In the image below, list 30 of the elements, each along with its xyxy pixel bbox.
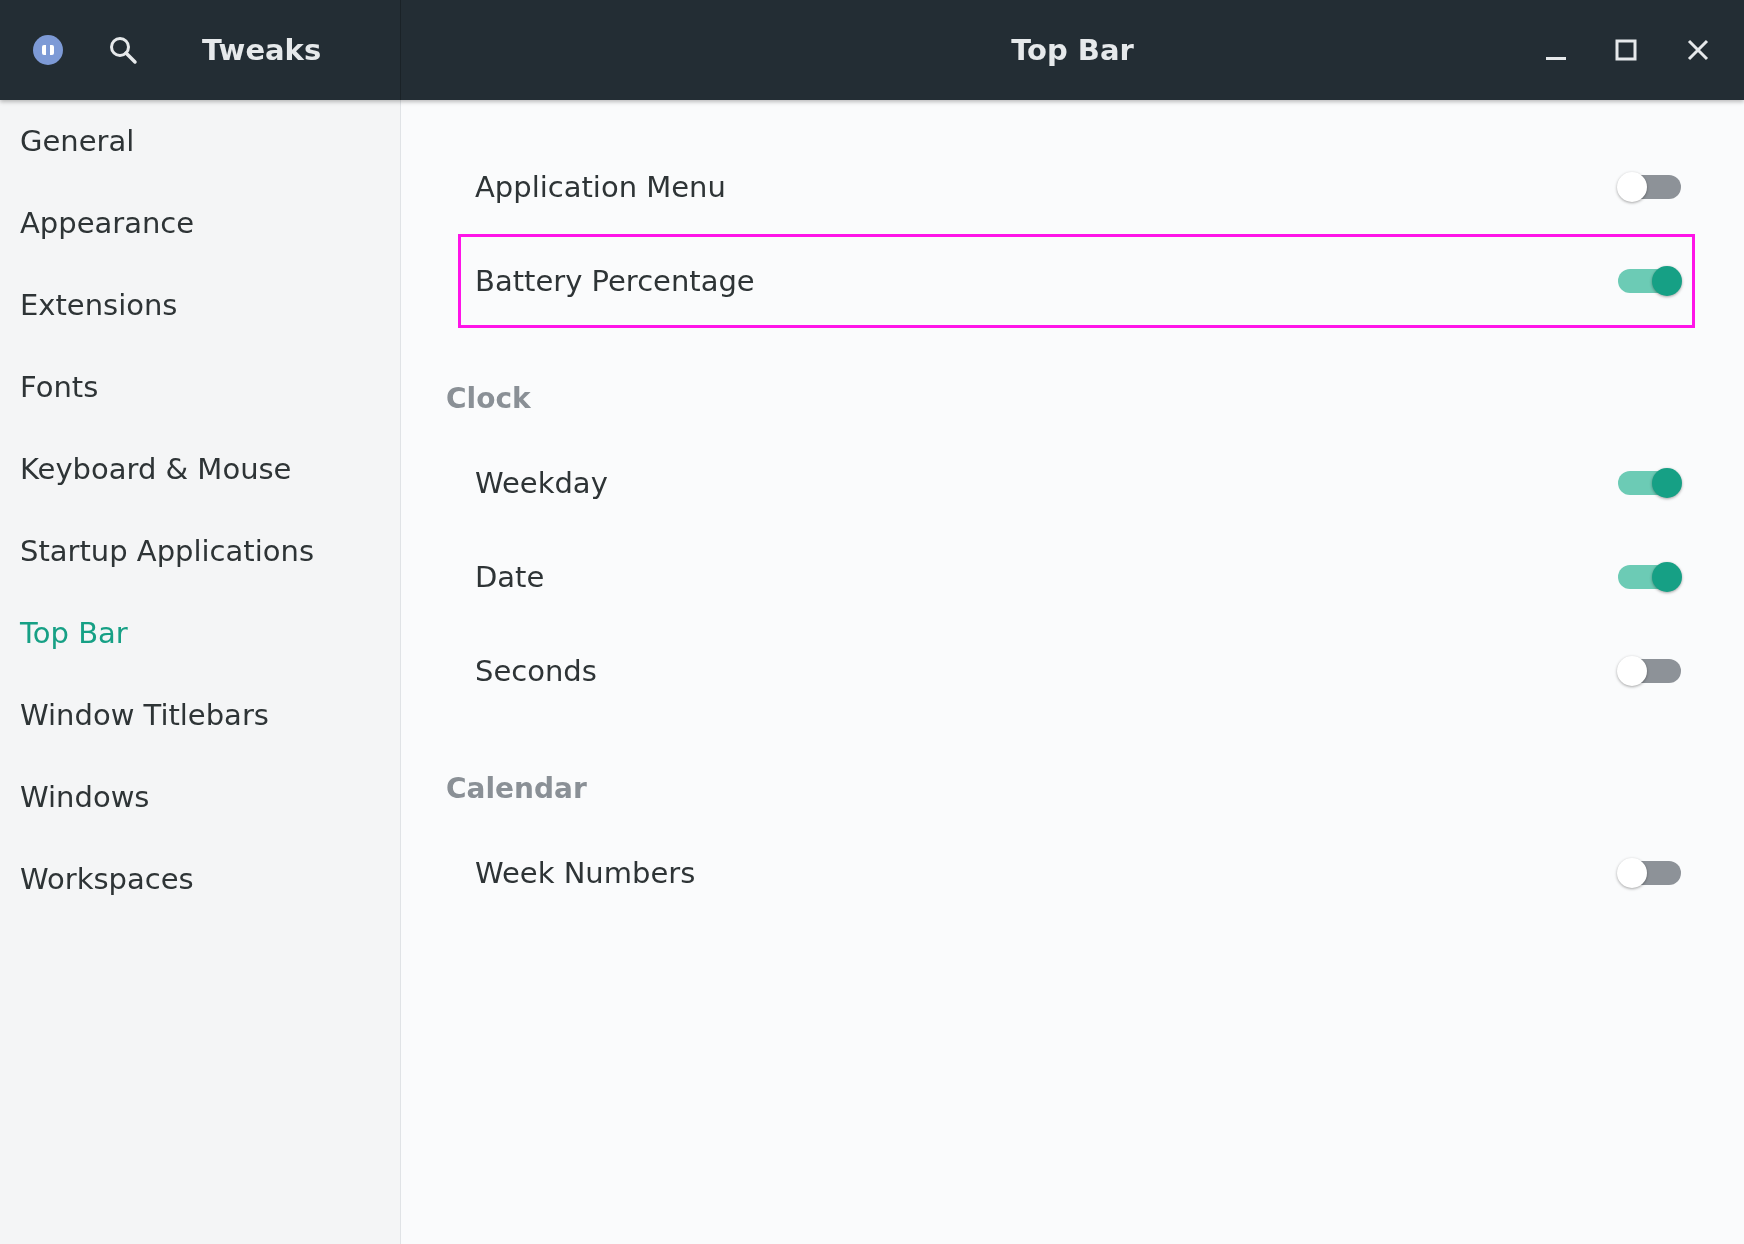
setting-label: Seconds: [475, 654, 597, 688]
window-title: Top Bar: [1011, 33, 1134, 67]
sidebar-item[interactable]: Startup Applications: [0, 510, 400, 592]
toggle-switch[interactable]: [1618, 269, 1681, 293]
sidebar-item[interactable]: Fonts: [0, 346, 400, 428]
close-icon: [1686, 38, 1710, 62]
toggle-switch[interactable]: [1618, 175, 1681, 199]
sidebar-item[interactable]: Appearance: [0, 182, 400, 264]
sidebar-item[interactable]: Window Titlebars: [0, 674, 400, 756]
sidebar-item[interactable]: Windows: [0, 756, 400, 838]
toggle-switch[interactable]: [1618, 659, 1681, 683]
toggle-switch[interactable]: [1618, 471, 1681, 495]
setting-label: Battery Percentage: [475, 264, 755, 298]
section-heading: Calendar: [446, 770, 588, 807]
maximize-icon: [1614, 38, 1638, 62]
sidebar-item[interactable]: Keyboard & Mouse: [0, 428, 400, 510]
minimize-icon: [1546, 56, 1566, 60]
setting-label: Week Numbers: [475, 856, 696, 890]
sidebar-item[interactable]: Workspaces: [0, 838, 400, 920]
sidebar-item[interactable]: General: [0, 100, 400, 182]
setting-label: Weekday: [475, 466, 608, 500]
app-icon: [32, 34, 64, 66]
toggle-switch[interactable]: [1618, 565, 1681, 589]
setting-label: Date: [475, 560, 545, 594]
section-heading: Clock: [446, 380, 532, 417]
app-title: Tweaks: [202, 33, 322, 67]
search-icon: [108, 35, 138, 65]
setting-label: Application Menu: [475, 170, 726, 204]
toggle-switch[interactable]: [1618, 861, 1681, 885]
sidebar-item[interactable]: Extensions: [0, 264, 400, 346]
